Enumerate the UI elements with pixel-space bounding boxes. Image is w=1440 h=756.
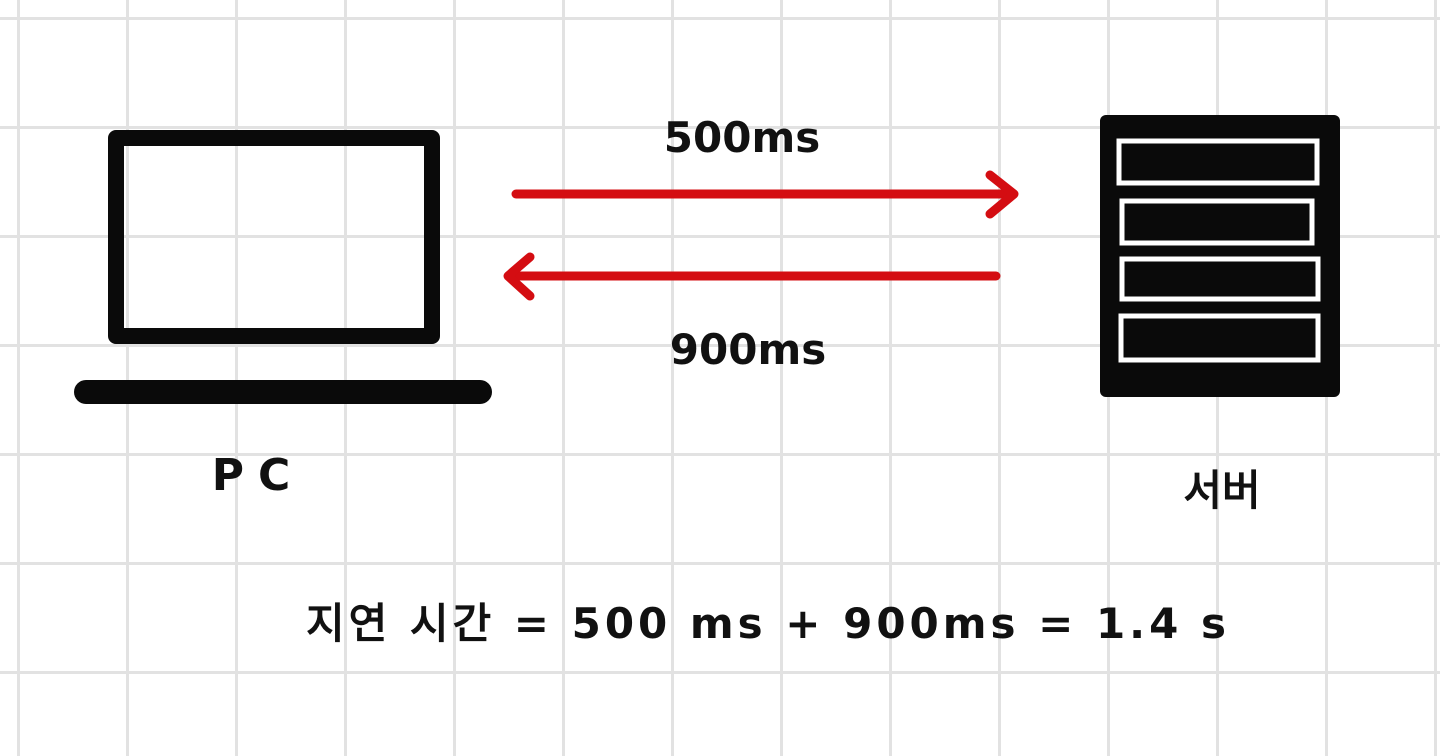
pc-label: PC <box>212 450 305 501</box>
grid-paper-canvas: PC 서버 500ms 900ms 지연 시간 = 500 ms + 900ms… <box>0 0 1440 756</box>
server-slot-1 <box>1116 138 1320 186</box>
laptop-icon <box>74 130 492 404</box>
laptop-screen <box>108 130 440 344</box>
server-label: 서버 <box>1183 466 1260 515</box>
server-slot-4 <box>1118 313 1321 363</box>
response-arrow <box>503 252 1001 301</box>
response-latency-label: 900ms <box>670 325 826 374</box>
server-rack-icon <box>1100 115 1340 397</box>
latency-formula: 지연 시간 = 500 ms + 900ms = 1.4 s <box>306 599 1230 648</box>
request-latency-label: 500ms <box>664 113 820 162</box>
server-slot-3 <box>1119 256 1321 302</box>
latency-diagram: PC 서버 500ms 900ms 지연 시간 = 500 ms + 900ms… <box>74 113 1340 648</box>
server-slot-2 <box>1119 198 1315 246</box>
request-arrow <box>511 170 1019 219</box>
